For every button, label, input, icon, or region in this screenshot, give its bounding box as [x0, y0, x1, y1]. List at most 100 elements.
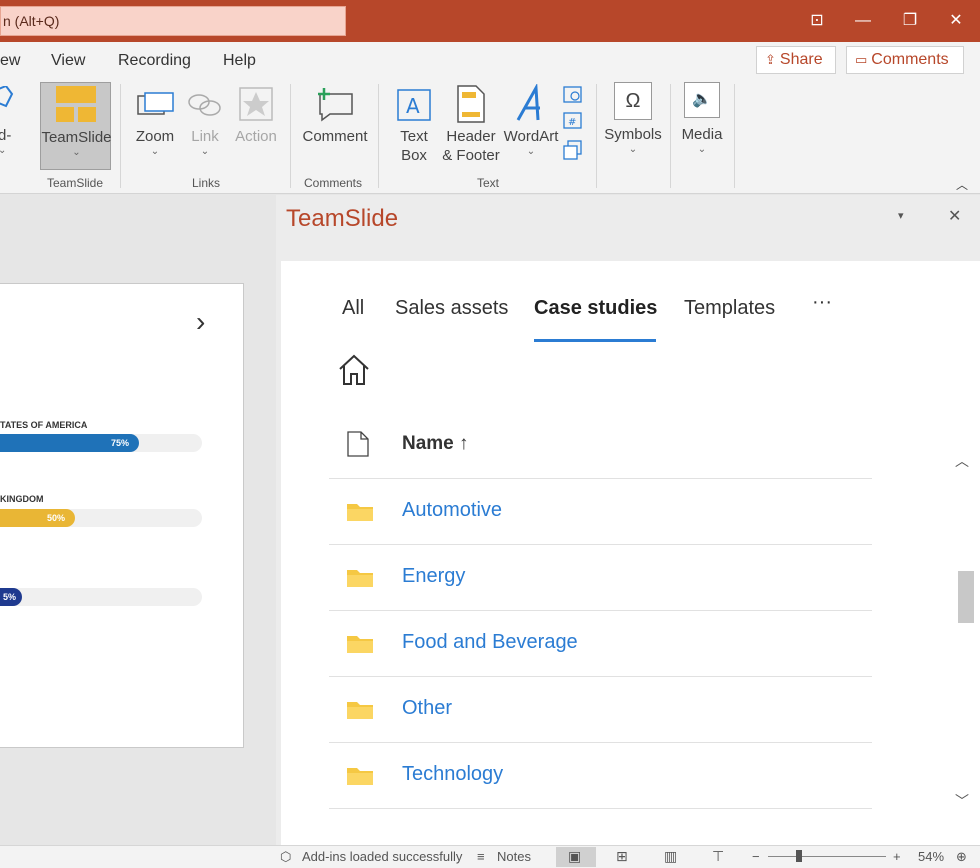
text-box-button[interactable]: Text Box: [394, 127, 434, 165]
header-footer-icon: [457, 85, 485, 123]
maximize-button[interactable]: ❐: [895, 8, 925, 34]
svg-text:A: A: [406, 94, 420, 118]
scrollbar[interactable]: ︿ ﹀: [951, 451, 977, 821]
object-icon[interactable]: [563, 140, 583, 160]
wordart-button[interactable]: WordArt ⌄: [503, 127, 559, 158]
media-button[interactable]: Media ⌄: [676, 125, 728, 156]
folder-row[interactable]: Energy: [329, 545, 872, 610]
comment-icon: ▭: [855, 52, 868, 67]
slide-number-icon[interactable]: #: [563, 112, 583, 130]
group-separator: [734, 84, 735, 188]
comment-button[interactable]: Comment: [300, 127, 370, 146]
scroll-thumb[interactable]: [958, 571, 974, 623]
scroll-up-icon[interactable]: ︿: [955, 451, 969, 471]
collapse-ribbon-icon[interactable]: ︿: [956, 176, 968, 193]
title-bar: n (Alt+Q) ⊡ — ❐ ✕: [0, 0, 980, 42]
zoom-out-button[interactable]: −: [752, 849, 760, 864]
tab-sales-assets[interactable]: Sales assets: [395, 297, 508, 320]
teamslide-button[interactable]: TeamSlide ⌄: [40, 82, 112, 170]
zoom-button[interactable]: Zoom ⌄: [134, 127, 176, 158]
folder-row[interactable]: Automotive: [329, 479, 872, 544]
folder-icon: [347, 768, 373, 785]
bar-fill: 50%: [0, 509, 75, 527]
header-footer-button[interactable]: Header & Footer: [440, 127, 502, 165]
chevron-down-icon: ⌄: [150, 146, 160, 157]
addins-icon: ⬡: [280, 849, 292, 864]
chevron-right-icon: ›: [196, 306, 206, 337]
home-icon[interactable]: [337, 354, 371, 386]
tab-review[interactable]: ew: [0, 52, 20, 70]
pane-title: TeamSlide: [286, 205, 399, 232]
reading-view-button[interactable]: ▥: [654, 847, 694, 867]
reading-view-icon: ▥: [664, 848, 678, 864]
ribbon-display-icon[interactable]: ⊡: [802, 8, 832, 34]
group-separator: [596, 84, 597, 188]
active-tab-indicator: [534, 339, 656, 342]
speaker-icon: 🔈: [684, 82, 720, 118]
slide-sorter-button[interactable]: ⊞: [606, 847, 646, 867]
pane-options-icon[interactable]: ▾: [898, 209, 904, 222]
folder-name: Energy: [402, 565, 466, 587]
link-button[interactable]: Link ⌄: [188, 127, 222, 158]
chevron-down-icon: ⌄: [628, 144, 638, 155]
teamslide-icon: [56, 86, 96, 122]
folder-row[interactable]: Other: [329, 677, 872, 742]
pane-content: All Sales assets Case studies Templates …: [281, 261, 980, 845]
more-tabs-button[interactable]: ···: [812, 291, 832, 314]
scroll-down-icon[interactable]: ﹀: [955, 791, 969, 811]
normal-view-icon: ▣: [568, 848, 582, 864]
action-button[interactable]: Action: [234, 127, 278, 146]
bar-track: 75%: [0, 434, 202, 452]
fit-to-window-icon[interactable]: ⊕: [956, 849, 967, 865]
tab-recording[interactable]: Recording: [118, 52, 191, 70]
notes-button[interactable]: Notes: [497, 849, 531, 864]
date-time-icon[interactable]: [563, 84, 583, 104]
folder-name: Automotive: [402, 499, 503, 521]
tab-case-studies[interactable]: Case studies: [534, 297, 657, 320]
symbols-button[interactable]: Symbols ⌄: [602, 125, 664, 156]
tab-help[interactable]: Help: [223, 52, 256, 70]
group-separator: [290, 84, 291, 188]
folder-icon: [347, 702, 373, 719]
search-input[interactable]: n (Alt+Q): [0, 6, 346, 36]
teamslide-pane: TeamSlide ▾ ✕ All Sales assets Case stud…: [276, 195, 980, 845]
chevron-down-icon: ⌄: [72, 147, 81, 158]
tab-templates[interactable]: Templates: [684, 297, 775, 320]
folder-icon: [347, 570, 373, 587]
bar-label: KINGDOM: [0, 494, 44, 504]
link-icon: [188, 94, 221, 116]
zoom-icon: [137, 92, 174, 115]
chevron-down-icon: ⌄: [526, 146, 536, 157]
addins-status: Add-ins loaded successfully: [302, 849, 463, 864]
comments-button[interactable]: ▭ Comments: [846, 46, 964, 74]
slide-canvas[interactable]: › TATES OF AMERICA 75% KINGDOM 50% 5%: [0, 283, 244, 748]
tab-all[interactable]: All: [342, 297, 364, 320]
folder-row[interactable]: Food and Beverage: [329, 611, 872, 676]
close-button[interactable]: ✕: [941, 8, 971, 34]
zoom-in-button[interactable]: +: [893, 849, 901, 864]
slide-editor: › TATES OF AMERICA 75% KINGDOM 50% 5%: [0, 195, 276, 845]
name-column-header[interactable]: Name ↑: [402, 433, 469, 455]
share-button[interactable]: ⇪ Share: [756, 46, 836, 74]
folder-row[interactable]: Technology: [329, 743, 872, 808]
ribbon: d- ⌄ TeamSlide ⌄ TeamSlide Zoom ⌄ Link ⌄: [0, 78, 980, 194]
file-icon: [347, 431, 369, 457]
group-label-text: Text: [477, 176, 500, 190]
bar-label: TATES OF AMERICA: [0, 420, 88, 430]
normal-view-button[interactable]: ▣: [556, 847, 596, 867]
group-label-links: Links: [192, 176, 221, 190]
group-separator: [670, 84, 671, 188]
minimize-button[interactable]: —: [848, 8, 878, 34]
zoom-slider[interactable]: [768, 856, 886, 857]
folder-name: Food and Beverage: [402, 631, 578, 653]
add-shape-button[interactable]: d- ⌄: [0, 126, 11, 157]
zoom-slider-handle[interactable]: [796, 850, 802, 862]
slide-show-button[interactable]: ⊤: [702, 847, 742, 867]
pane-close-button[interactable]: ✕: [948, 206, 961, 226]
folder-name: Technology: [402, 763, 504, 785]
zoom-level[interactable]: 54%: [918, 849, 944, 864]
folder-icon: [347, 636, 373, 653]
chevron-down-icon: ⌄: [697, 144, 707, 155]
notes-icon: ≡: [477, 849, 485, 864]
tab-view[interactable]: View: [51, 52, 85, 70]
